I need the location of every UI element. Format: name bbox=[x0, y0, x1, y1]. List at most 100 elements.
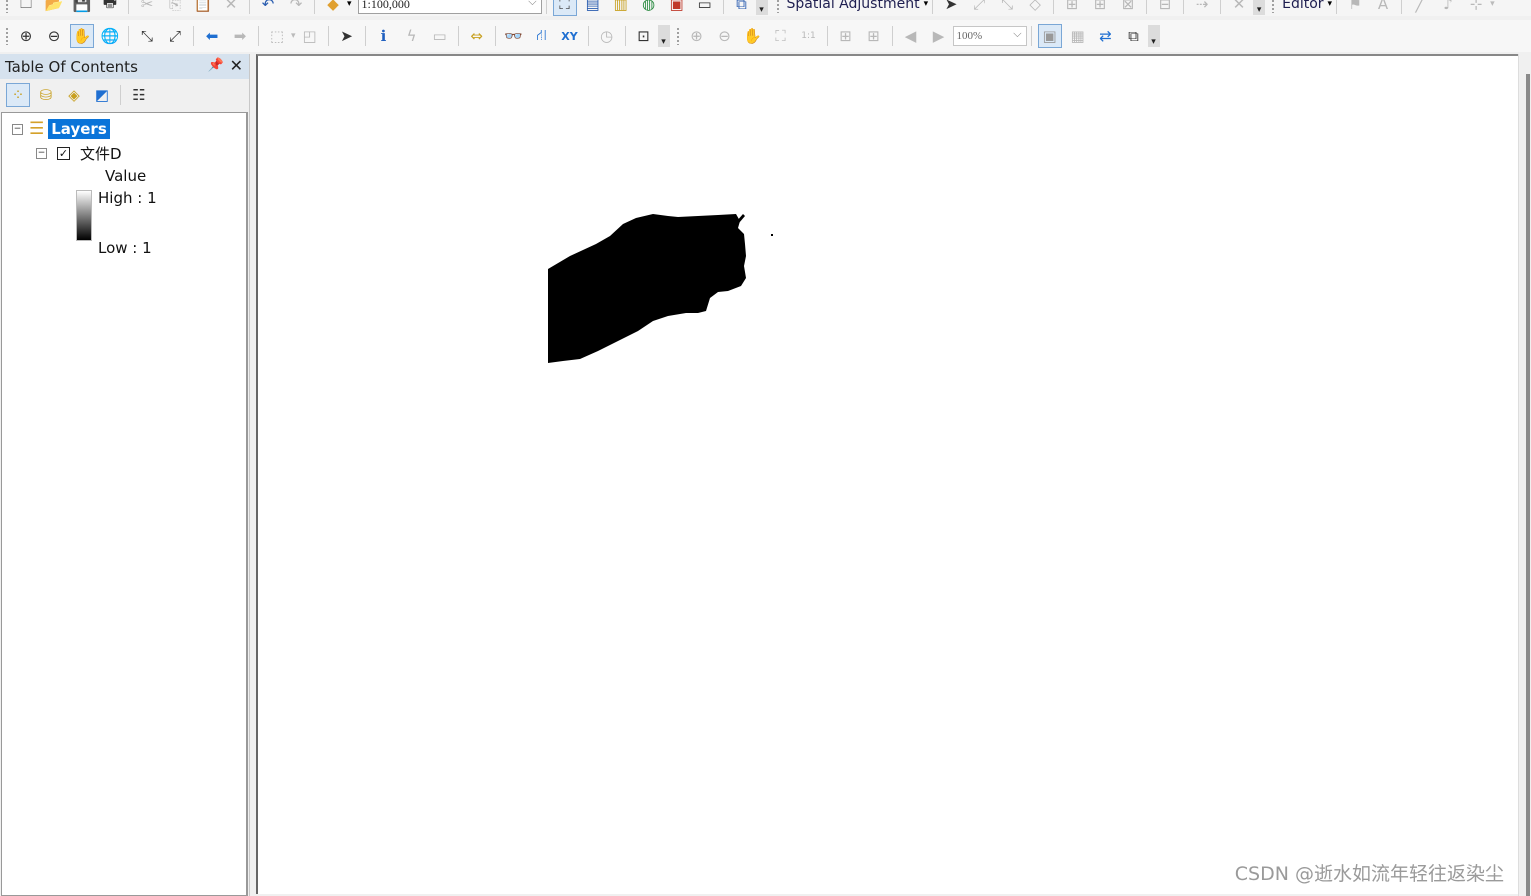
layout-pan-icon[interactable]: ✋ bbox=[741, 24, 765, 48]
hyperlink-lightning-icon[interactable]: ϟ bbox=[400, 24, 424, 48]
clear-links-icon[interactable]: ⊠ bbox=[1116, 0, 1140, 16]
modelbuilder-icon[interactable]: ⧉ bbox=[730, 0, 754, 16]
layer-row[interactable]: − ✓ 文件D bbox=[36, 143, 122, 164]
list-by-selection-icon[interactable]: ◩ bbox=[90, 83, 114, 107]
collapse-icon[interactable]: − bbox=[36, 148, 47, 159]
select-features-icon[interactable]: ⬚ bbox=[265, 24, 289, 48]
fixed-zoom-out-layout-icon[interactable]: ⊞ bbox=[862, 24, 886, 48]
zoom-out-icon[interactable]: ⊖ bbox=[42, 24, 66, 48]
editor-menu[interactable]: Editor bbox=[1282, 0, 1323, 12]
list-by-visibility-icon[interactable]: ◈ bbox=[62, 83, 86, 107]
map-scale-combo[interactable]: 1:100,000 ⌵ bbox=[357, 0, 542, 14]
print-icon[interactable]: 🖶 bbox=[98, 0, 122, 16]
zoom-in-icon[interactable]: ⊕ bbox=[14, 24, 38, 48]
cut-icon[interactable]: ✂ bbox=[135, 0, 159, 16]
table-of-contents-window-icon[interactable]: ▤ bbox=[581, 0, 605, 16]
end-point-arc-icon[interactable]: ♪ bbox=[1436, 0, 1460, 16]
collapse-icon[interactable]: − bbox=[12, 123, 23, 135]
toolbar-grip[interactable] bbox=[5, 0, 9, 13]
zoom-100-percent-icon[interactable]: 1:1 bbox=[797, 24, 821, 48]
fixed-zoom-in-layout-icon[interactable]: ⊞ bbox=[834, 24, 858, 48]
toolbar-grip[interactable] bbox=[675, 27, 680, 45]
close-icon[interactable]: ✕ bbox=[230, 56, 243, 75]
toolbar-overflow-button[interactable]: ▾ bbox=[1253, 0, 1266, 15]
catalog-window-icon[interactable]: ▥ bbox=[609, 0, 633, 16]
attribute-transfer-icon[interactable]: ⊟ bbox=[1153, 0, 1177, 16]
fixed-zoom-out-icon[interactable]: ⤢ bbox=[163, 24, 187, 48]
layers-label[interactable]: Layers bbox=[48, 119, 110, 139]
redo-icon[interactable]: ↷ bbox=[284, 0, 308, 16]
undo-icon[interactable]: ↶ bbox=[256, 0, 280, 16]
link-table-icon[interactable]: ⊞ bbox=[1060, 0, 1084, 16]
add-data-icon[interactable]: ◆ bbox=[321, 0, 345, 16]
layout-zoom-in-icon[interactable]: ⊕ bbox=[685, 24, 709, 48]
python-window-icon[interactable]: ▭ bbox=[693, 0, 717, 16]
delete-icon[interactable]: ✕ bbox=[219, 0, 243, 16]
change-layout-icon[interactable]: ⇄ bbox=[1094, 24, 1118, 48]
find-route-icon[interactable]: ⛙ bbox=[530, 24, 554, 48]
go-back-arrow-icon[interactable]: ⬅ bbox=[200, 24, 224, 48]
open-icon[interactable]: 📂 bbox=[42, 0, 66, 16]
go-to-xy-icon[interactable]: XY bbox=[558, 24, 582, 48]
toolbar-overflow-button[interactable]: ▾ bbox=[1147, 25, 1160, 47]
layer-name[interactable]: 文件D bbox=[80, 143, 122, 164]
map-display[interactable]: CSDN @逝水如流年轻往返染尘 bbox=[256, 54, 1518, 894]
measure-ruler-icon[interactable]: ⇔ bbox=[465, 24, 489, 48]
separator bbox=[1053, 0, 1055, 14]
layer-visibility-checkbox[interactable]: ✓ bbox=[57, 147, 70, 160]
layout-go-forward-icon[interactable]: ▶ bbox=[927, 24, 951, 48]
pin-icon[interactable]: 📌 bbox=[208, 58, 224, 73]
list-by-source-icon[interactable]: ⛁ bbox=[34, 83, 58, 107]
select-elements-arrow-icon[interactable]: ➤ bbox=[335, 24, 359, 48]
focus-data-frame-icon[interactable]: ▦ bbox=[1066, 24, 1090, 48]
toolbar-overflow-button[interactable]: ▾ bbox=[755, 0, 768, 15]
find-binoculars-icon[interactable]: 👓 bbox=[502, 24, 526, 48]
arctoolbox-icon[interactable]: ▣ bbox=[665, 0, 689, 16]
time-slider-icon[interactable]: ◷ bbox=[595, 24, 619, 48]
modify-link-icon[interactable]: ⤡ bbox=[995, 0, 1019, 16]
toggle-draft-mode-icon[interactable]: ▣ bbox=[1037, 24, 1062, 48]
list-by-drawing-order-icon[interactable]: ⁘ bbox=[6, 83, 30, 107]
spatial-adjustment-menu[interactable]: Spatial Adjustment bbox=[787, 0, 920, 12]
view-link-table-icon[interactable]: ⊞ bbox=[1088, 0, 1112, 16]
toolbar-grip[interactable] bbox=[1271, 0, 1276, 13]
options-icon[interactable]: ☷ bbox=[127, 83, 151, 107]
separator bbox=[193, 26, 194, 46]
pan-hand-icon[interactable]: ✋ bbox=[70, 24, 94, 48]
add-data-dropdown-icon[interactable]: ▾ bbox=[347, 0, 352, 9]
data-driven-pages-icon[interactable]: ⧉ bbox=[1122, 24, 1146, 48]
zoom-whole-page-icon[interactable]: ⛶ bbox=[769, 24, 793, 48]
save-icon[interactable]: 💾 bbox=[70, 0, 94, 16]
toolbar-grip[interactable] bbox=[5, 27, 9, 45]
straight-segment-icon[interactable]: ╱ bbox=[1408, 0, 1432, 16]
layers-root-row[interactable]: − ☰ Layers bbox=[12, 119, 110, 139]
copy-icon[interactable]: ⎘ bbox=[163, 0, 187, 16]
separator bbox=[1336, 0, 1338, 14]
fixed-zoom-in-icon[interactable]: ⤡ bbox=[135, 24, 159, 48]
edit-annotation-icon[interactable]: A bbox=[1371, 0, 1395, 16]
new-displacement-link-icon[interactable]: ⤢ bbox=[967, 0, 991, 16]
edge-match-icon[interactable]: ⇢ bbox=[1190, 0, 1214, 16]
layout-zoom-combo[interactable]: 100% ⌵ bbox=[952, 26, 1027, 46]
go-forward-arrow-icon[interactable]: ➡ bbox=[228, 24, 252, 48]
search-window-icon[interactable]: ◍ bbox=[637, 0, 661, 16]
html-popup-icon[interactable]: ▭ bbox=[428, 24, 452, 48]
layout-go-back-icon[interactable]: ◀ bbox=[899, 24, 923, 48]
new-limited-adjustment-icon[interactable]: ✕ bbox=[1227, 0, 1251, 16]
clear-selection-icon[interactable]: ◰ bbox=[298, 24, 322, 48]
toolbar-overflow-button[interactable]: ▾ bbox=[657, 25, 670, 47]
toolbar-grip[interactable] bbox=[775, 0, 780, 13]
editor-toolbar-icon[interactable]: ⛶ bbox=[552, 0, 577, 16]
new-document-icon[interactable]: 🗋 bbox=[14, 0, 38, 16]
vertical-scrollbar[interactable] bbox=[1526, 74, 1530, 896]
create-viewer-window-icon[interactable]: ⊡ bbox=[632, 24, 656, 48]
identify-info-icon[interactable]: ℹ bbox=[372, 24, 396, 48]
layout-zoom-out-icon[interactable]: ⊖ bbox=[713, 24, 737, 48]
edit-tool-icon[interactable]: ⚑ bbox=[1343, 0, 1367, 16]
select-elements-icon[interactable]: ➤ bbox=[939, 0, 963, 16]
full-extent-globe-icon[interactable]: 🌐 bbox=[98, 24, 122, 48]
paste-icon[interactable]: 📋 bbox=[191, 0, 215, 16]
stretched-color-ramp[interactable] bbox=[76, 190, 92, 241]
point-tool-icon[interactable]: ⊹ bbox=[1464, 0, 1488, 16]
multiple-displacement-links-icon[interactable]: ◇ bbox=[1023, 0, 1047, 16]
